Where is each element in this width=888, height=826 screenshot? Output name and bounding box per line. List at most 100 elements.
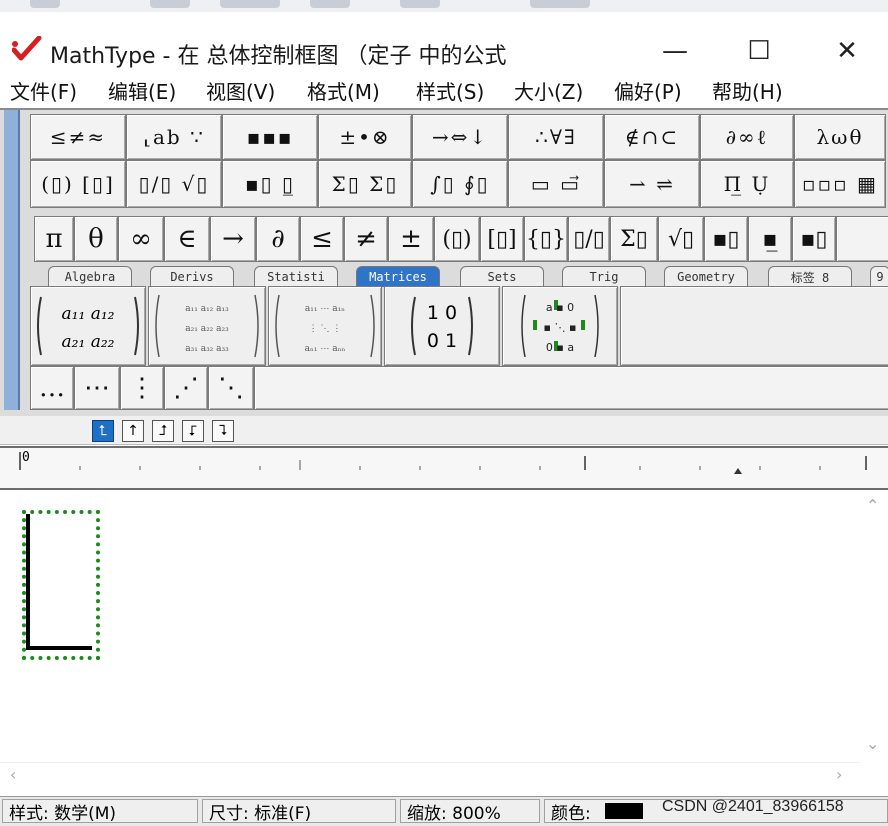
less-equal-symbol-button[interactable]: ≤ xyxy=(300,216,344,262)
ruler-ticks xyxy=(19,452,867,474)
watermark-text: CSDN @2401_83966158 xyxy=(662,798,844,815)
right-arrow-symbol-button[interactable]: → xyxy=(210,216,256,262)
minimize-button[interactable]: — xyxy=(652,34,698,68)
menu-edit[interactable]: 编辑(E) xyxy=(108,76,176,105)
tab-9[interactable]: 9 xyxy=(870,266,888,287)
window-title: MathType - 在 总体控制框图 （定子 中的公式 xyxy=(50,44,507,69)
background-icon xyxy=(310,0,350,8)
infinity-symbol-button[interactable]: ∞ xyxy=(118,216,164,262)
fraction-template-button[interactable]: ▯/▯ xyxy=(568,216,610,262)
svg-text:a₃₁ a₃₂ a₃₃: a₃₁ a₃₂ a₃₃ xyxy=(185,344,229,354)
matrix-templates-palette-button[interactable]: ▫▫▫ ▦ xyxy=(794,160,886,208)
svg-text:0 ▪ a: 0 ▪ a xyxy=(546,341,574,354)
parentheses-template-button[interactable]: (▯) xyxy=(434,216,480,262)
braces-template-button[interactable]: {▯} xyxy=(524,216,568,262)
integral-templates-palette-button[interactable]: ∫▯ ∮▯ xyxy=(412,160,508,208)
subscript-template-button[interactable]: ▪̲ xyxy=(748,216,792,262)
matrix-nxn-template-button[interactable]: a₁₁ ⋯ a₁ₙ ⋮ ⋱ ⋮ aₙ₁ ⋯ aₙₙ xyxy=(268,286,382,366)
matrix-2x2-template-button[interactable]: a₁₁ a₁₂ a₂₁ a₂₂ xyxy=(30,286,146,366)
menu-view[interactable]: 视图(V) xyxy=(206,76,275,105)
pi-symbol-button[interactable]: π xyxy=(34,216,74,262)
logical-symbols-palette-button[interactable]: ∴∀∃ xyxy=(508,114,604,160)
diagonal-matrix-template-button[interactable]: a ▪ 0 ▪ ⋱ ▪ 0 ▪ a xyxy=(502,286,618,366)
labeled-arrow-templates-palette-button[interactable]: ⇀ ⇌ xyxy=(604,160,700,208)
embellishments-palette-button[interactable]: ▪▪▪ xyxy=(222,114,318,160)
scroll-up-arrow-icon[interactable]: ⌃ xyxy=(866,496,879,515)
diagonal-matrix-graphic: a ▪ 0 ▪ ⋱ ▪ 0 ▪ a xyxy=(521,294,599,358)
toolbar-grip[interactable] xyxy=(4,110,20,410)
status-size[interactable]: 尺寸: 标准(F) xyxy=(202,799,396,824)
svg-text:a₁₁ a₁₂ a₁₃: a₁₁ a₁₂ a₁₃ xyxy=(185,304,229,314)
diagonal-up-dots-button[interactable]: ⋰ xyxy=(164,366,208,410)
svg-text:▪ ⋱ ▪: ▪ ⋱ ▪ xyxy=(544,321,577,334)
nudge-arrow-4-icon[interactable]: ⮦ xyxy=(182,420,204,442)
baseline-dots-button[interactable]: … xyxy=(30,366,74,410)
operator-symbols-palette-button[interactable]: ±•⊗ xyxy=(318,114,412,160)
ruler[interactable]: 0 xyxy=(0,446,888,490)
underbar-overbar-templates-palette-button[interactable]: ▭ ▭⃗ xyxy=(508,160,604,208)
summation-template-button[interactable]: Σ▯ xyxy=(610,216,658,262)
menu-size[interactable]: 大小(Z) xyxy=(514,76,583,105)
status-zoom[interactable]: 缩放: 800% xyxy=(400,799,540,824)
color-swatch[interactable] xyxy=(604,803,643,819)
svg-text:1 0: 1 0 xyxy=(427,302,457,324)
vertical-scrollbar[interactable]: ⌃ ⌄ xyxy=(860,490,888,762)
background-icon xyxy=(150,0,190,8)
tab-statistics[interactable]: Statisti xyxy=(254,266,338,287)
tab-sets[interactable]: Sets xyxy=(460,266,544,287)
not-equal-symbol-button[interactable]: ≠ xyxy=(344,216,388,262)
tab-matrices[interactable]: Matrices xyxy=(356,266,440,287)
status-style[interactable]: 样式: 数学(M) xyxy=(2,799,198,824)
nudge-arrow-1-icon[interactable]: ⮤ xyxy=(92,420,114,442)
menu-format[interactable]: 格式(M) xyxy=(307,76,380,105)
menu-help[interactable]: 帮助(H) xyxy=(712,76,783,105)
horizontal-scrollbar[interactable]: ‹ › xyxy=(0,762,860,789)
svg-text:aₙ₁ ⋯ aₙₙ: aₙ₁ ⋯ aₙₙ xyxy=(305,344,346,354)
matrix-3x3-template-button[interactable]: a₁₁ a₁₂ a₁₃ a₂₁ a₂₂ a₂₃ a₃₁ a₃₂ a₃₃ xyxy=(148,286,266,366)
identity-matrix-template-button[interactable]: 1 0 0 1 xyxy=(384,286,500,366)
misc-symbols-palette-button[interactable]: ∂∞ℓ xyxy=(700,114,794,160)
sub-superscript-template-button[interactable]: ▪▯ xyxy=(792,216,836,262)
identity-matrix-graphic: 1 0 0 1 xyxy=(411,296,473,356)
relational-symbols-palette-button[interactable]: ≤≠≈ xyxy=(30,114,126,160)
equation-editing-area[interactable] xyxy=(0,490,860,760)
summation-templates-palette-button[interactable]: Σ▯ Σ▯ xyxy=(318,160,412,208)
scroll-left-arrow-icon[interactable]: ‹ xyxy=(10,765,16,784)
tab-algebra[interactable]: Algebra xyxy=(48,266,132,287)
midline-dots-button[interactable]: ⋯ xyxy=(74,366,120,410)
empty-slot-placeholder[interactable] xyxy=(22,510,100,660)
insertion-cursor xyxy=(26,514,30,650)
superscript-template-button[interactable]: ▪▯ xyxy=(704,216,748,262)
set-theory-palette-button[interactable]: ∉∩⊂ xyxy=(604,114,700,160)
plus-minus-symbol-button[interactable]: ± xyxy=(388,216,434,262)
arrow-symbols-palette-button[interactable]: →⇔↓ xyxy=(412,114,508,160)
subscript-superscript-templates-palette-button[interactable]: ▪▯ ▯̲ xyxy=(222,160,318,208)
products-set-templates-palette-button[interactable]: Π̲ Ụ xyxy=(700,160,794,208)
fence-templates-palette-button[interactable]: (▯) [▯] xyxy=(30,160,126,208)
diagonal-down-dots-button[interactable]: ⋱ xyxy=(208,366,254,410)
element-of-symbol-button[interactable]: ∈ xyxy=(164,216,210,262)
maximize-button[interactable]: ☐ xyxy=(736,34,782,68)
fraction-radical-templates-palette-button[interactable]: ▯/▯ √▯ xyxy=(126,160,222,208)
tab-8[interactable]: 标签 8 xyxy=(768,266,852,287)
menu-preferences[interactable]: 偏好(P) xyxy=(614,76,682,105)
tab-derivs[interactable]: Derivs xyxy=(150,266,234,287)
spaces-ellipses-palette-button[interactable]: ⸤ab ∵ xyxy=(126,114,222,160)
nudge-arrow-2-icon[interactable]: ↑ xyxy=(122,420,144,442)
radical-template-button[interactable]: √▯ xyxy=(658,216,704,262)
svg-text:a₂₁ a₂₂ a₂₃: a₂₁ a₂₂ a₂₃ xyxy=(185,324,229,334)
menu-style[interactable]: 样式(S) xyxy=(416,76,484,105)
tab-trig[interactable]: Trig xyxy=(562,266,646,287)
nudge-arrow-3-icon[interactable]: ⮥ xyxy=(152,420,174,442)
scroll-right-arrow-icon[interactable]: › xyxy=(836,765,842,784)
vertical-dots-button[interactable]: ⋮ xyxy=(120,366,164,410)
close-button[interactable]: ✕ xyxy=(824,34,870,68)
theta-symbol-button[interactable]: θ xyxy=(74,216,118,262)
tab-geometry[interactable]: Geometry xyxy=(664,266,748,287)
partial-derivative-symbol-button[interactable]: ∂ xyxy=(256,216,300,262)
nudge-arrow-5-icon[interactable]: ⮧ xyxy=(212,420,234,442)
scroll-down-arrow-icon[interactable]: ⌄ xyxy=(866,734,879,753)
greek-lowercase-palette-button[interactable]: λωθ xyxy=(794,114,886,160)
brackets-template-button[interactable]: [▯] xyxy=(480,216,524,262)
menu-file[interactable]: 文件(F) xyxy=(10,76,77,105)
